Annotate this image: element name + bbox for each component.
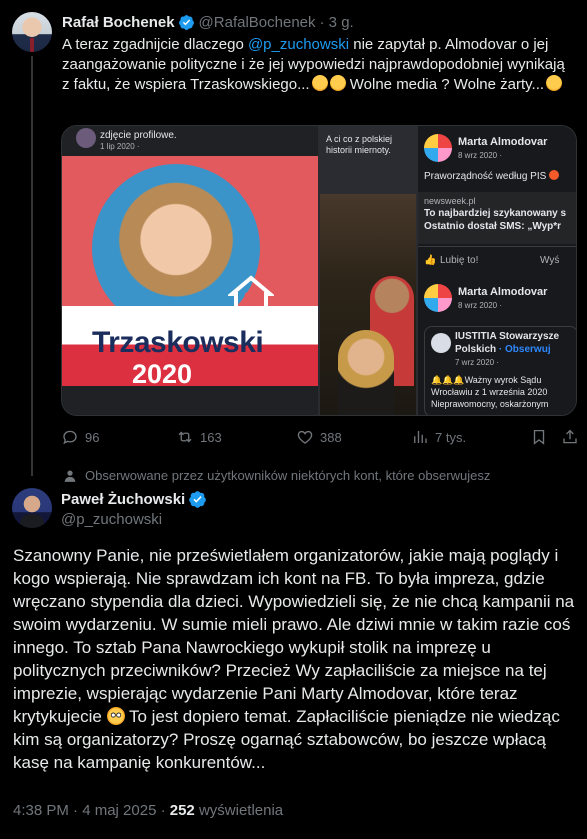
media-panel-profile-photo: zdjęcie profilowe. 1 lip 2020 · Trzaskow… [62, 126, 318, 415]
share-icon [563, 429, 577, 444]
campaign-poster: Trzaskowski 2020 [62, 156, 318, 386]
mention-link[interactable]: @p_zuchowski [248, 36, 349, 53]
fb-shared-post: IUSTITIA Stowarzysze Polskich · Obserwuj… [424, 326, 576, 415]
photo-person [338, 330, 394, 415]
fb-post-date: 8 wrz 2020 · [458, 151, 503, 160]
iustitia-logo [431, 333, 451, 353]
author-name-row: Paweł Żuchowski [61, 490, 211, 509]
person-icon [64, 469, 76, 482]
fb-date: 1 lip 2020 · [100, 142, 140, 151]
like-count: 388 [320, 429, 342, 445]
reply-button[interactable]: 96 [61, 428, 99, 446]
angry-face-emoji-icon [549, 170, 560, 180]
tweet-media-image[interactable]: zdjęcie profilowe. 1 lip 2020 · Trzaskow… [61, 125, 577, 416]
media-panel-event-photo: A ci co z polskiej historii miernoty. [318, 126, 418, 415]
fb-post-author: Marta Almodovar [458, 136, 548, 148]
tweet-timestamp[interactable]: 4:38 PM · 4 maj 2025 · [13, 802, 170, 819]
author-avatar[interactable] [12, 12, 52, 52]
fb-link-preview: newsweek.pl To najbardziej szykanowany s… [418, 192, 576, 244]
tweet-meta: 4:38 PM · 4 maj 2025 · 252 wyświetlenia [13, 802, 283, 819]
views-chart-icon [414, 431, 427, 443]
author-avatar[interactable] [12, 488, 52, 528]
fb-post-author: Marta Almodovar [458, 286, 548, 298]
media-panel-fb-posts: Marta Almodovar 8 wrz 2020 · Praworządno… [418, 126, 576, 415]
reply-icon [63, 430, 77, 445]
flushed-face-emoji-icon [106, 707, 125, 725]
reply-count: 96 [85, 429, 100, 445]
fb-caption: zdjęcie profilowe. [100, 130, 177, 141]
fb-avatar [424, 134, 452, 162]
fb-comment-text: A ci co z polskiej historii miernoty. [326, 134, 393, 155]
poster-year: 2020 [132, 359, 193, 386]
tweet-actions: 96 163 388 7 tys. [61, 428, 577, 450]
tweet-header: Rafał Bochenek @RafalBochenek · 3 g. [62, 12, 354, 32]
author-handle[interactable]: @RafalBochenek [199, 14, 316, 31]
fb-like-label: Lubię to! [440, 255, 479, 266]
verified-badge-icon [189, 491, 207, 508]
shushing-face-emoji-icon [311, 75, 328, 91]
author-name[interactable]: Rafał Bochenek [62, 14, 175, 31]
social-context-text: Obserwowane przez użytkowników niektóryc… [85, 468, 491, 483]
heart-icon [297, 430, 313, 444]
views-button[interactable]: 7 tys. [411, 428, 466, 446]
fb-avatar [76, 128, 96, 148]
views-count: 7 tys. [435, 429, 467, 445]
winking-face-emoji-icon [329, 75, 346, 91]
tweet-text: Szanowny Panie, nie prześwietlałem organ… [13, 546, 575, 772]
event-photo [320, 194, 416, 415]
fb-actions: 👍 Lubię to! Wyś [418, 246, 576, 276]
fb-like-icon: 👍 [424, 255, 437, 266]
astonished-face-emoji-icon [546, 75, 563, 91]
repost-button[interactable]: 163 [176, 428, 222, 446]
tweet-text: A teraz zgadnijcie dlaczego @p_zuchowski… [62, 36, 565, 93]
fb-share-label: Wyś [540, 255, 560, 266]
tweet-time[interactable]: · 3 g. [320, 14, 354, 31]
fb-post-text: Praworządność według PIS [424, 170, 560, 182]
repost-count: 163 [200, 429, 222, 445]
fb-post-date: 8 wrz 2020 · [458, 301, 503, 310]
author-handle[interactable]: @p_zuchowski [61, 511, 162, 528]
repost-icon [178, 431, 192, 443]
like-button[interactable]: 388 [296, 428, 342, 446]
fb-avatar [424, 284, 452, 312]
bookmark-icon [533, 429, 545, 445]
author-name[interactable]: Paweł Żuchowski [61, 491, 185, 508]
thread-connector [31, 56, 33, 476]
fb-shared-text: 🔔🔔🔔Ważny wyrok Sądu [431, 375, 542, 385]
poster-name: Trzaskowski [92, 326, 264, 359]
share-button[interactable] [561, 428, 579, 446]
view-count: 252 [169, 802, 195, 819]
bell-emoji-icon: 🔔🔔🔔 [431, 375, 465, 385]
bookmark-button[interactable] [530, 428, 548, 446]
social-context: Obserwowane przez użytkowników niektóryc… [63, 468, 490, 483]
view-label: wyświetlenia [194, 802, 284, 819]
verified-badge-icon [178, 14, 194, 30]
